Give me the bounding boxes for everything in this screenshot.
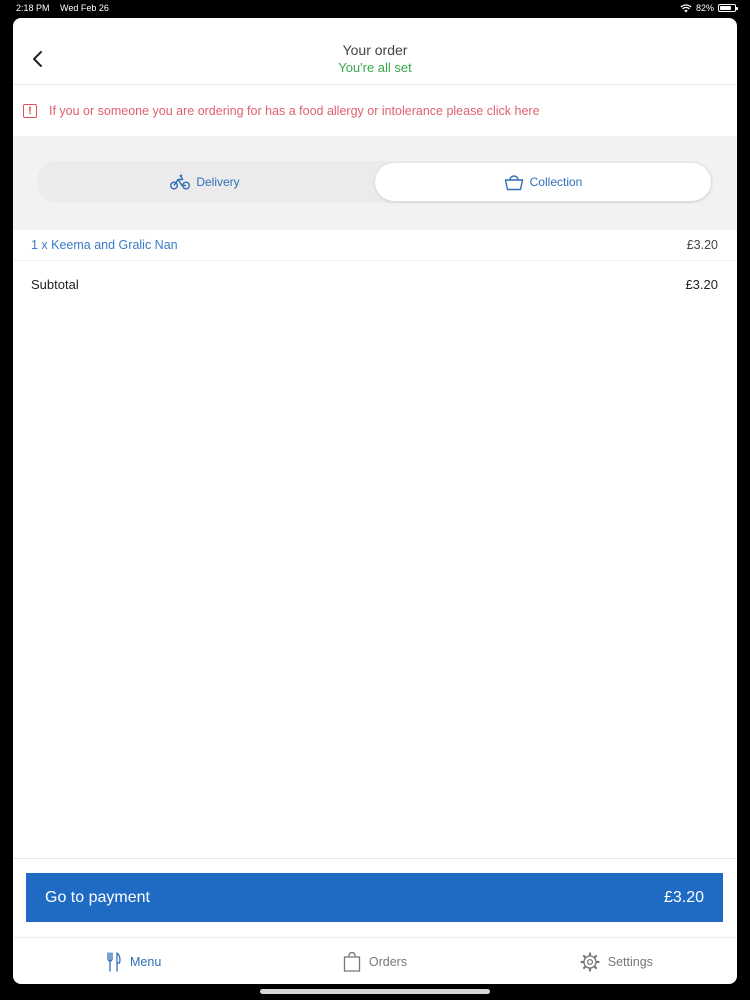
battery-percent: 82% bbox=[695, 3, 714, 13]
wifi-icon bbox=[680, 3, 692, 12]
warning-icon: ! bbox=[23, 103, 37, 118]
tab-settings[interactable]: Settings bbox=[496, 938, 737, 984]
divider bbox=[13, 858, 737, 859]
tab-delivery[interactable]: Delivery bbox=[37, 161, 373, 203]
allergy-notice-link[interactable]: ! If you or someone you are ordering for… bbox=[13, 85, 737, 136]
page-subtitle: You're all set bbox=[338, 60, 412, 75]
tab-menu[interactable]: Menu bbox=[13, 938, 254, 984]
status-time: 2:18 PM bbox=[16, 3, 50, 13]
fulfilment-selector-area: Delivery Collection bbox=[13, 136, 737, 230]
tab-settings-label: Settings bbox=[607, 954, 653, 969]
battery-icon bbox=[718, 4, 738, 12]
fork-knife-icon bbox=[107, 951, 121, 972]
tab-collection-label: Collection bbox=[529, 175, 583, 189]
home-indicator bbox=[260, 989, 490, 994]
tab-collection[interactable]: Collection bbox=[375, 163, 711, 201]
shopping-bag-icon bbox=[343, 951, 361, 972]
bottom-tab-bar: Menu Orders Settings bbox=[13, 937, 737, 984]
item-name: 1 x Keema and Gralic Nan bbox=[31, 238, 178, 252]
subtotal-label: Subtotal bbox=[31, 276, 79, 292]
subtotal-row: Subtotal £3.20 bbox=[13, 261, 737, 307]
order-items-list: 1 x Keema and Gralic Nan £3.20 Subtotal … bbox=[13, 230, 737, 307]
go-to-payment-button[interactable]: Go to payment £3.20 bbox=[26, 873, 723, 922]
tab-delivery-label: Delivery bbox=[196, 175, 240, 189]
list-item[interactable]: 1 x Keema and Gralic Nan £3.20 bbox=[13, 230, 737, 261]
payment-button-label: Go to payment bbox=[45, 888, 150, 906]
tab-orders-label: Orders bbox=[368, 954, 408, 969]
order-header: Your order You're all set bbox=[13, 18, 737, 85]
allergy-notice-text: If you or someone you are ordering for h… bbox=[49, 103, 540, 118]
payment-button-amount: £3.20 bbox=[663, 888, 704, 906]
item-price: £3.20 bbox=[686, 238, 718, 252]
status-date: Wed Feb 26 bbox=[60, 3, 109, 13]
status-bar: 2:18 PM Wed Feb 26 82% bbox=[0, 0, 750, 16]
order-sheet: Your order You're all set ! If you or so… bbox=[13, 18, 737, 984]
gear-icon bbox=[580, 951, 600, 972]
fulfilment-segmented-control: Delivery Collection bbox=[37, 161, 713, 203]
bicycle-icon bbox=[170, 174, 191, 190]
page-title: Your order bbox=[342, 42, 408, 58]
tab-orders[interactable]: Orders bbox=[254, 938, 495, 984]
subtotal-value: £3.20 bbox=[685, 276, 718, 292]
basket-icon bbox=[504, 174, 523, 190]
tab-menu-label: Menu bbox=[130, 954, 162, 969]
